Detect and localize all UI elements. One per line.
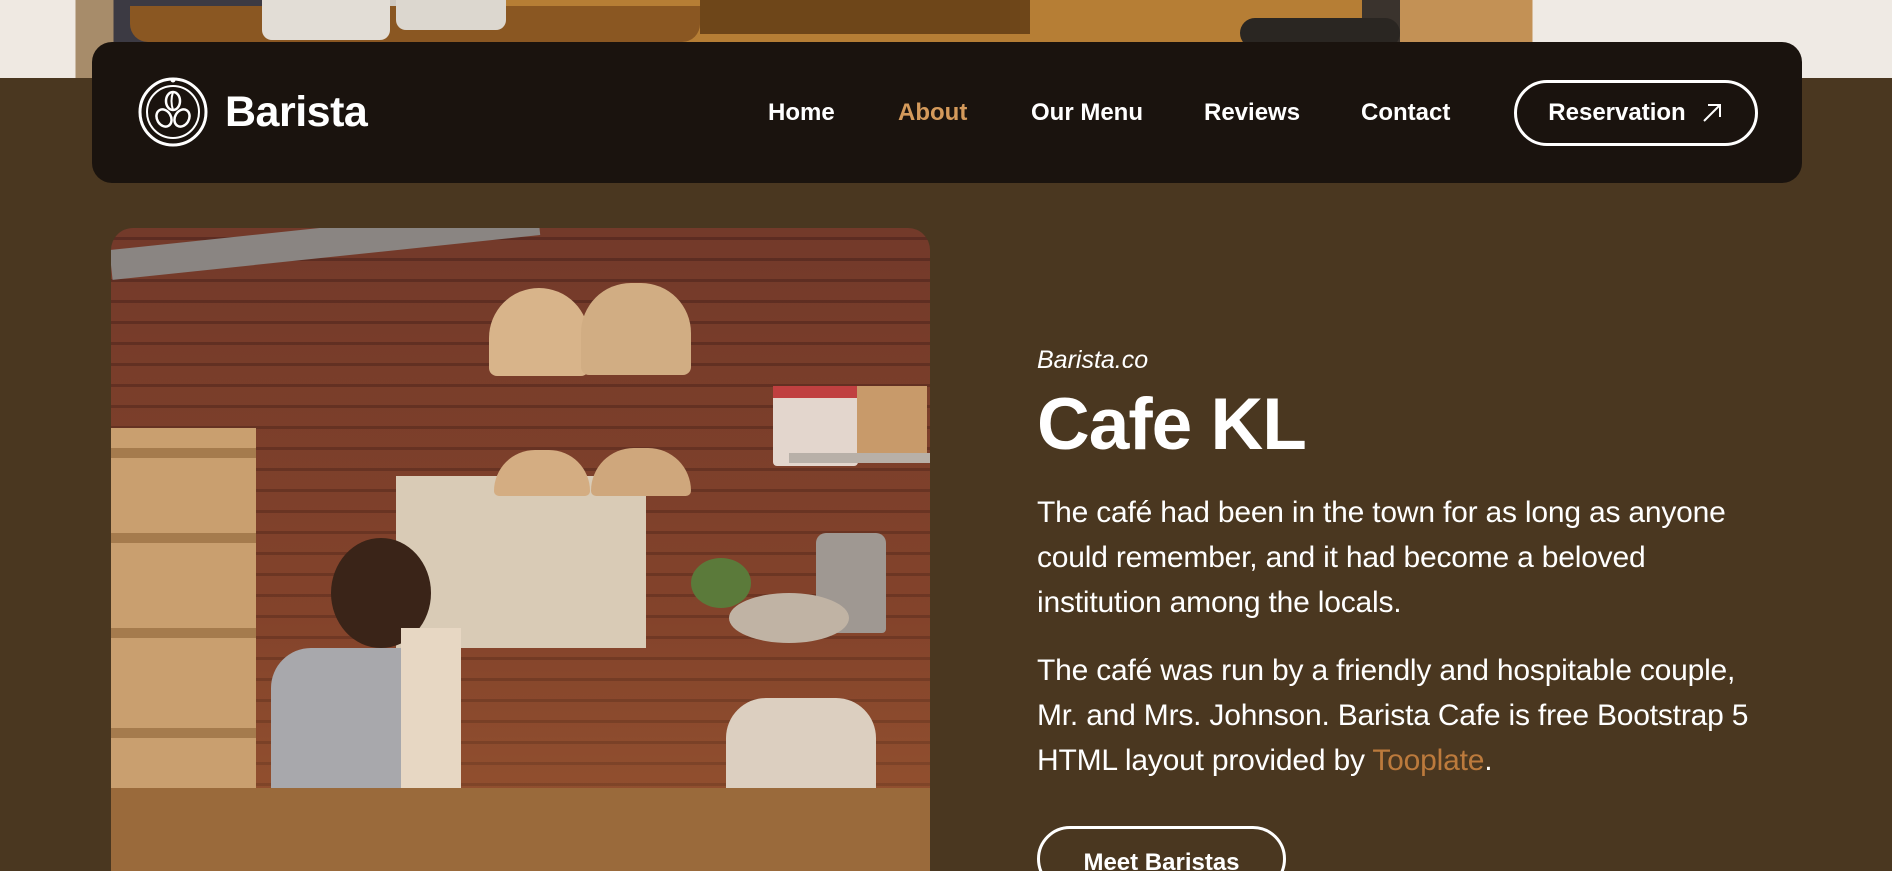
photo-bag (857, 386, 927, 458)
photo-shelf-board (111, 448, 256, 458)
photo-hanging-hat (489, 288, 589, 376)
about-title: Cafe KL (1037, 384, 1307, 465)
hero-cup (396, 0, 506, 30)
photo-shelf-board (111, 628, 256, 638)
reservation-label: Reservation (1548, 99, 1686, 126)
photo-whiteboard (396, 476, 646, 648)
hero-cup (262, 0, 390, 40)
photo-counter (111, 788, 930, 871)
photo-hanging-hat (494, 450, 590, 496)
about-paragraph-1: The café had been in the town for as lon… (1037, 496, 1726, 619)
photo-shelf-board (111, 728, 256, 738)
photo-customer-hat (729, 593, 849, 643)
nav-item-about[interactable]: About (898, 98, 967, 128)
nav-item-reviews[interactable]: Reviews (1204, 98, 1300, 128)
cafe-interior-image (111, 228, 930, 871)
page: Barista Home About Our Menu Reviews Cont… (0, 0, 1892, 871)
photo-box-lid (773, 386, 858, 398)
meet-baristas-button[interactable]: Meet Baristas (1037, 826, 1286, 871)
photo-steel-shelf (789, 453, 930, 463)
nav-item-our-menu[interactable]: Our Menu (1031, 98, 1143, 128)
tooplate-link[interactable]: Tooplate (1372, 744, 1484, 777)
hero-board (700, 0, 1030, 34)
photo-hanging-hat (591, 448, 691, 496)
nav-item-contact[interactable]: Contact (1361, 98, 1450, 128)
arrow-up-right-icon (1702, 104, 1721, 122)
photo-hanging-hat (581, 283, 691, 375)
photo-pipe (111, 228, 541, 280)
about-subtitle: Barista.co (1037, 346, 1149, 374)
about-section: Barista.co Cafe KL The café had been in … (1037, 340, 1757, 783)
nav-item-home[interactable]: Home (768, 98, 835, 128)
photo-shelf-board (111, 533, 256, 543)
about-paragraph-2: The café was run by a friendly and hospi… (1037, 648, 1757, 783)
photo-plant (691, 558, 751, 608)
reservation-button[interactable]: Reservation (1514, 80, 1758, 146)
navbar: Barista Home About Our Menu Reviews Cont… (92, 42, 1802, 183)
about-paragraph-2-end: . (1484, 744, 1493, 777)
